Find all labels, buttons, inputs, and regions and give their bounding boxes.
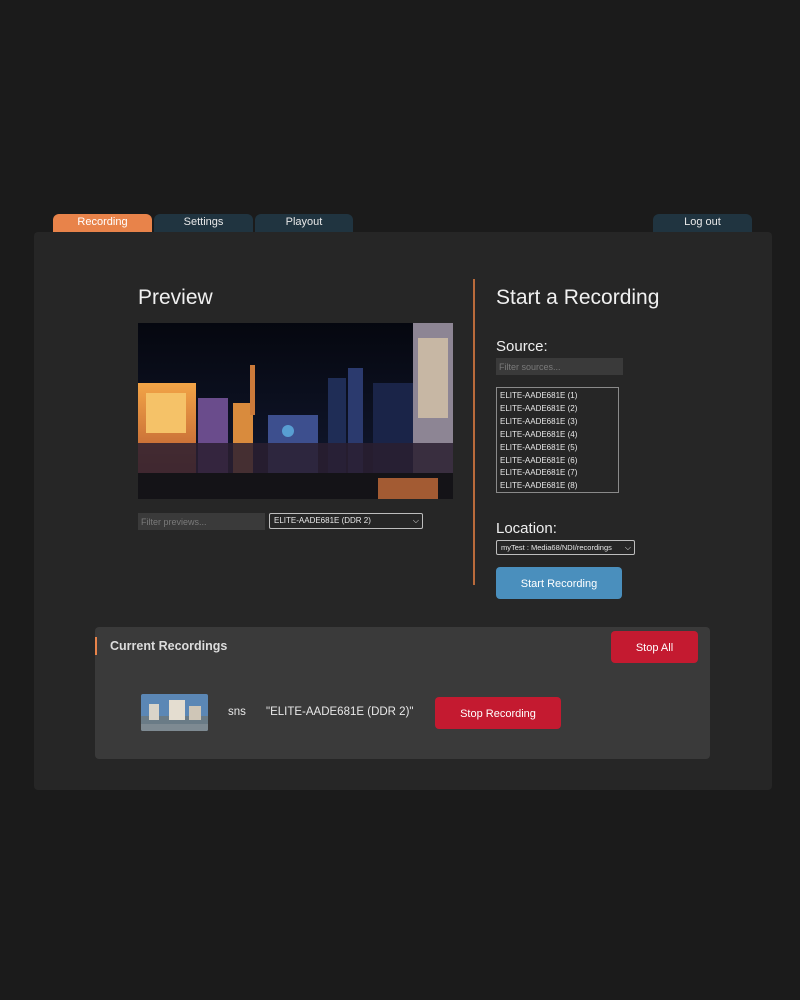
source-item[interactable]: ELITE-AADE681E (4)	[500, 429, 618, 442]
start-recording-title: Start a Recording	[496, 286, 660, 309]
recording-thumbnail	[141, 694, 208, 731]
source-item[interactable]: ELITE-AADE681E (3)	[500, 416, 618, 429]
source-list[interactable]: ELITE-AADE681E (1) ELITE-AADE681E (2) EL…	[496, 387, 619, 493]
recording-name: sns	[228, 706, 246, 718]
chevron-down-icon: ⌵	[624, 543, 631, 552]
tab-playout[interactable]: Playout	[255, 214, 353, 232]
column-divider	[473, 279, 475, 585]
chevron-down-icon: ⌵	[412, 516, 419, 525]
source-item[interactable]: ELITE-AADE681E (2)	[500, 403, 618, 416]
source-label: Source:	[496, 338, 548, 355]
source-item[interactable]: ELITE-AADE681E (7)	[500, 467, 618, 480]
start-recording-button[interactable]: Start Recording	[496, 567, 622, 599]
location-label: Location:	[496, 520, 557, 537]
current-recordings-panel: Current Recordings Stop All sns "ELITE-A…	[95, 627, 710, 759]
preview-source-value: ELITE-AADE681E (DDR 2)	[274, 516, 371, 525]
current-recordings-title: Current Recordings	[110, 639, 228, 653]
city-night-image	[138, 323, 453, 499]
section-accent-bar	[95, 637, 97, 655]
source-item[interactable]: ELITE-AADE681E (6)	[500, 455, 618, 468]
source-item[interactable]: ELITE-AADE681E (8)	[500, 480, 618, 492]
source-item[interactable]: ELITE-AADE681E (1)	[500, 390, 618, 403]
tab-settings[interactable]: Settings	[154, 214, 253, 232]
stop-recording-button[interactable]: Stop Recording	[435, 697, 561, 729]
logout-button[interactable]: Log out	[653, 214, 752, 232]
recording-source: "ELITE-AADE681E (DDR 2)"	[266, 706, 414, 718]
stop-all-button[interactable]: Stop All	[611, 631, 698, 663]
preview-video	[138, 323, 453, 499]
preview-title: Preview	[138, 286, 213, 309]
filter-previews-input[interactable]	[138, 513, 265, 530]
nav-tabs: Recording Settings Playout Log out	[53, 214, 752, 232]
filter-sources-input[interactable]	[496, 358, 623, 375]
preview-source-select[interactable]: ELITE-AADE681E (DDR 2) ⌵	[269, 513, 423, 529]
location-value: myTest : Media68/NDI/recordings	[501, 543, 612, 552]
source-item[interactable]: ELITE-AADE681E (5)	[500, 442, 618, 455]
recording-thumbnail-image	[141, 694, 208, 731]
location-select[interactable]: myTest : Media68/NDI/recordings ⌵	[496, 540, 635, 555]
main-panel: Preview Filter previews... ELITE-AADE681…	[34, 232, 772, 790]
tab-recording[interactable]: Recording	[53, 214, 152, 232]
